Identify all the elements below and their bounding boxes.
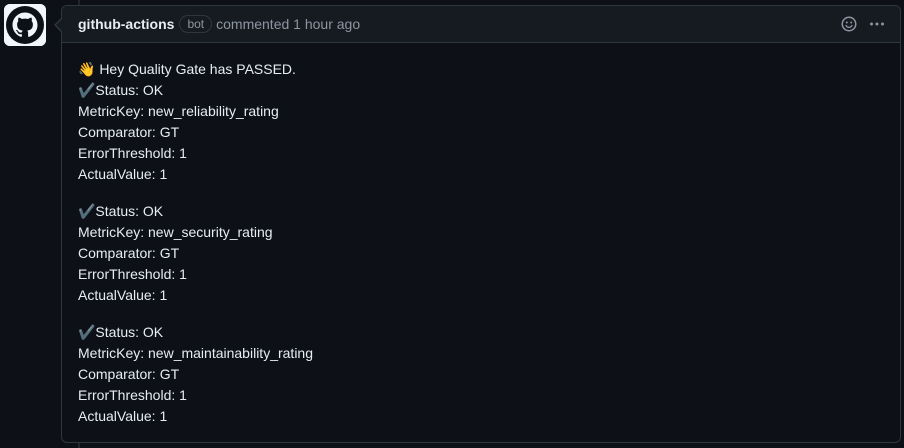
comment-line: ✔️Status: OK bbox=[78, 203, 164, 219]
comment-actions bbox=[840, 15, 886, 33]
comment-paragraph: ✔️Status: OK MetricKey: new_security_rat… bbox=[78, 201, 884, 306]
comment-line: 👋 Hey Quality Gate has PASSED. bbox=[78, 61, 296, 77]
comment-line: ErrorThreshold: 1 bbox=[78, 266, 187, 282]
author-link[interactable]: github-actions bbox=[78, 16, 174, 32]
avatar[interactable] bbox=[4, 4, 46, 46]
comment-line: Comparator: GT bbox=[78, 366, 180, 382]
comment-caret-inner bbox=[56, 18, 63, 32]
comment-header: github-actions bot commented 1 hour ago bbox=[62, 6, 900, 43]
comment-line: ErrorThreshold: 1 bbox=[78, 387, 187, 403]
comment-line: Comparator: GT bbox=[78, 124, 180, 140]
comment-box: github-actions bot commented 1 hour ago bbox=[54, 5, 901, 443]
comment-line: ActualValue: 1 bbox=[78, 287, 168, 303]
comment-line: Comparator: GT bbox=[78, 245, 180, 261]
comment-line: MetricKey: new_reliability_rating bbox=[78, 103, 279, 119]
github-mark-icon bbox=[4, 4, 46, 46]
comment-paragraph: 👋 Hey Quality Gate has PASSED. ✔️Status:… bbox=[78, 59, 884, 185]
comment-line: ✔️Status: OK bbox=[78, 324, 164, 340]
comment-line: ErrorThreshold: 1 bbox=[78, 145, 187, 161]
comment-line: MetricKey: new_security_rating bbox=[78, 224, 273, 240]
comment-line: ActualValue: 1 bbox=[78, 166, 168, 182]
comment-line: ✔️Status: OK bbox=[78, 82, 164, 98]
comment-body: 👋 Hey Quality Gate has PASSED. ✔️Status:… bbox=[62, 43, 900, 427]
comment-line: MetricKey: new_maintainability_rating bbox=[78, 345, 313, 361]
bot-badge: bot bbox=[179, 15, 213, 33]
comment-timestamp[interactable]: commented 1 hour ago bbox=[216, 16, 360, 32]
kebab-horizontal-icon[interactable] bbox=[868, 15, 886, 33]
comment-timeline: github-actions bot commented 1 hour ago bbox=[0, 0, 904, 448]
comment-paragraph: ✔️Status: OK MetricKey: new_maintainabil… bbox=[78, 322, 884, 427]
comment-line: ActualValue: 1 bbox=[78, 408, 168, 424]
smiley-icon[interactable] bbox=[840, 15, 858, 33]
